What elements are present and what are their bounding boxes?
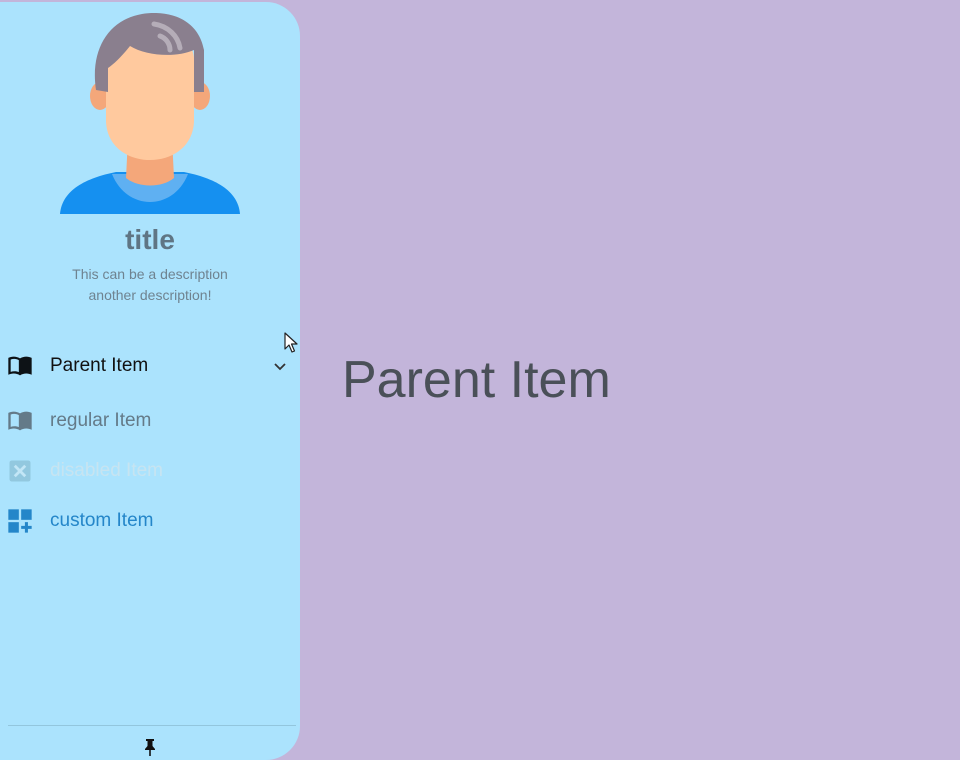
sidebar-item-label: custom Item [50,510,154,531]
sidebar-item-disabled: disabled Item [0,451,300,491]
mouse-cursor-icon [284,332,298,353]
disabled-box-icon [9,460,31,482]
drawer-description-line-2: another description! [88,287,212,303]
book-icon [8,356,32,376]
side-drawer: title This can be a description another … [0,2,300,760]
page-title: Parent Item [342,351,611,409]
sidebar-item-regular[interactable]: regular Item [0,401,300,441]
sidebar-item-label: regular Item [50,410,152,431]
book-icon [8,411,32,431]
sidebar-item-label: disabled Item [50,460,164,481]
drawer-description-line-1: This can be a description [72,266,228,282]
sidebar-item-custom[interactable]: custom Item [0,501,300,541]
sidebar-item-label: Parent Item [50,355,149,376]
chevron-down-icon[interactable] [272,358,288,374]
dashboard-add-icon [8,509,32,533]
pin-icon[interactable] [140,737,160,757]
drawer-title: title [125,224,175,255]
sidebar-item-parent[interactable]: Parent Item [0,346,300,386]
avatar [60,13,240,214]
drawer-footer-divider [8,725,296,726]
